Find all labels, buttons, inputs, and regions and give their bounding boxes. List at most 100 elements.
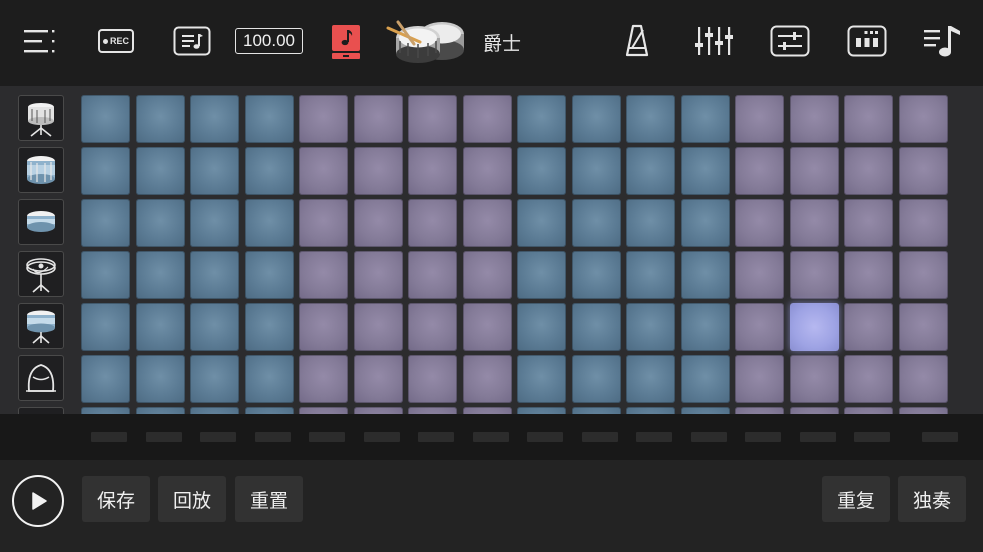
instrument-bass-drum[interactable] [18,147,64,193]
pad-r2-c1[interactable] [81,147,130,195]
pad-r2-c13[interactable] [735,147,784,195]
pad-r1-c3[interactable] [190,95,239,143]
tempo-button[interactable]: 100.00 [234,18,304,64]
drum-kit-button[interactable] [384,18,468,64]
pad-r4-c8[interactable] [462,251,512,299]
instrument-tom-drum[interactable] [18,303,64,349]
pad-r1-c2[interactable] [135,95,185,143]
pad-r1-c10[interactable] [571,95,621,143]
pad-r2-c6[interactable] [353,147,403,195]
pad-r7-c1[interactable] [81,407,130,414]
pad-r6-c5[interactable] [299,355,348,403]
pad-r2-c12[interactable] [680,147,730,195]
pad-r5-c1[interactable] [81,303,130,351]
pad-r7-c7[interactable] [408,407,457,414]
record-button[interactable]: REC [96,18,136,64]
save-button[interactable]: 保存 [82,476,150,522]
pad-r7-c10[interactable] [571,407,621,414]
pad-r7-c11[interactable] [626,407,675,414]
pad-r6-c14[interactable] [789,355,839,403]
pad-r5-c16[interactable] [898,303,948,351]
pad-r6-c12[interactable] [680,355,730,403]
pad-r6-c6[interactable] [353,355,403,403]
pad-r6-c15[interactable] [844,355,893,403]
pad-r3-c7[interactable] [408,199,457,247]
settings-sliders-button[interactable] [770,18,810,64]
song-list-button[interactable] [172,18,212,64]
pad-r2-c16[interactable] [898,147,948,195]
repeat-button[interactable]: 重复 [822,476,890,522]
pad-r1-c1[interactable] [81,95,130,143]
pad-r7-c14[interactable] [789,407,839,414]
pad-r3-c11[interactable] [626,199,675,247]
pad-r4-c3[interactable] [190,251,239,299]
pad-r7-c3[interactable] [190,407,239,414]
pad-r7-c8[interactable] [462,407,512,414]
pad-r7-c12[interactable] [680,407,730,414]
pad-r4-c2[interactable] [135,251,185,299]
instrument-snare-stand[interactable] [18,95,64,141]
pad-r2-c10[interactable] [571,147,621,195]
pad-r3-c4[interactable] [244,199,294,247]
instrument-snare-drum[interactable] [18,199,64,245]
instrument-floor-tom[interactable] [18,355,64,401]
pad-r2-c4[interactable] [244,147,294,195]
pad-r2-c2[interactable] [135,147,185,195]
pad-r6-c2[interactable] [135,355,185,403]
play-button[interactable] [12,475,64,527]
pad-r3-c15[interactable] [844,199,893,247]
pad-r1-c8[interactable] [462,95,512,143]
pad-r6-c8[interactable] [462,355,512,403]
pad-r4-c13[interactable] [735,251,784,299]
pad-r5-c10[interactable] [571,303,621,351]
music-list-button[interactable] [922,18,964,64]
instrument-partial[interactable] [18,407,64,414]
pad-r5-c5[interactable] [299,303,348,351]
pad-r1-c16[interactable] [898,95,948,143]
pad-r6-c11[interactable] [626,355,675,403]
pad-r3-c10[interactable] [571,199,621,247]
pad-r5-c9[interactable] [517,303,566,351]
pad-r6-c7[interactable] [408,355,457,403]
pad-r3-c8[interactable] [462,199,512,247]
pad-r4-c1[interactable] [81,251,130,299]
pad-r1-c12[interactable] [680,95,730,143]
pad-r3-c12[interactable] [680,199,730,247]
playback-button[interactable]: 回放 [158,476,226,522]
pad-r4-c5[interactable] [299,251,348,299]
note-mode-button[interactable] [331,18,361,64]
pad-r5-c7[interactable] [408,303,457,351]
pad-r7-c15[interactable] [844,407,893,414]
pad-r1-c14[interactable] [789,95,839,143]
pad-r2-c14[interactable] [789,147,839,195]
pad-r7-c13[interactable] [735,407,784,414]
pad-r5-c2[interactable] [135,303,185,351]
pad-r5-c14[interactable] [789,303,839,351]
metronome-button[interactable] [624,18,650,64]
pad-r4-c14[interactable] [789,251,839,299]
pad-r6-c1[interactable] [81,355,130,403]
pad-r3-c16[interactable] [898,199,948,247]
pad-r3-c5[interactable] [299,199,348,247]
mixer-button[interactable] [695,18,733,64]
pad-r6-c10[interactable] [571,355,621,403]
pad-r1-c9[interactable] [517,95,566,143]
pad-r5-c8[interactable] [462,303,512,351]
pad-r3-c13[interactable] [735,199,784,247]
pad-r7-c4[interactable] [244,407,294,414]
pad-r6-c13[interactable] [735,355,784,403]
pad-grid-button[interactable] [847,18,887,64]
pad-r5-c6[interactable] [353,303,403,351]
pad-r6-c3[interactable] [190,355,239,403]
pad-r7-c16[interactable] [898,407,948,414]
menu-icon[interactable] [20,18,58,64]
pad-r1-c6[interactable] [353,95,403,143]
pad-r6-c4[interactable] [244,355,294,403]
pad-r2-c9[interactable] [517,147,566,195]
pad-r2-c3[interactable] [190,147,239,195]
pad-r6-c16[interactable] [898,355,948,403]
pad-r3-c2[interactable] [135,199,185,247]
pad-r1-c15[interactable] [844,95,893,143]
pad-r1-c4[interactable] [244,95,294,143]
pad-r1-c5[interactable] [299,95,348,143]
